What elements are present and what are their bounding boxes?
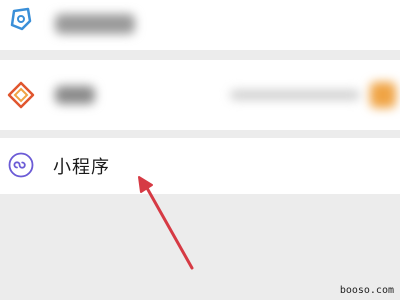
menu-row-mini-program[interactable]: 小程序	[0, 138, 400, 194]
watermark: booso.com	[339, 285, 394, 296]
blurred-label	[55, 14, 135, 34]
blurred-subtext	[230, 90, 360, 100]
screen: 小程序 booso.com	[0, 0, 400, 300]
menu-row-middle[interactable]	[0, 60, 400, 130]
link-loop-icon	[8, 152, 34, 178]
mini-program-label: 小程序	[53, 157, 110, 178]
blurred-label	[55, 86, 95, 104]
app-diamond-icon	[7, 81, 35, 109]
settings-icon	[10, 7, 32, 31]
menu-row-top[interactable]	[0, 0, 400, 50]
blurred-badge	[370, 82, 396, 108]
